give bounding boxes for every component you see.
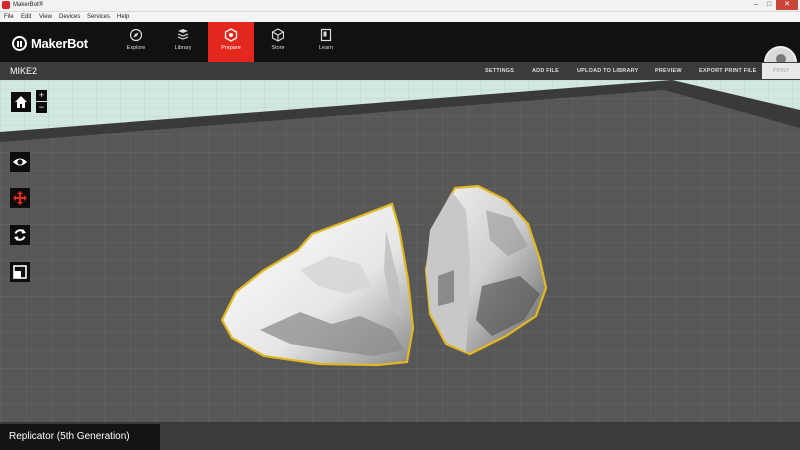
scene-canvas[interactable] [0, 80, 800, 422]
book-icon [320, 28, 332, 42]
menu-edit[interactable]: Edit [21, 12, 31, 22]
project-toolbar: MIKE2 SETTINGS ADD FILE UPLOAD TO LIBRAR… [0, 62, 800, 80]
right-half-cut-detail [438, 270, 454, 306]
zoom-out-button[interactable]: − [36, 102, 47, 113]
add-file-button[interactable]: ADD FILE [532, 62, 559, 80]
tab-prepare[interactable]: Prepare [208, 22, 254, 62]
build-plate-viewport[interactable]: + − [0, 80, 800, 422]
tab-learn-label: Learn [318, 45, 334, 51]
tab-prepare-label: Prepare [221, 45, 241, 51]
prepare-icon [224, 28, 238, 42]
eye-icon [13, 158, 27, 166]
project-name: MIKE2 [10, 66, 38, 76]
export-print-file-button[interactable]: EXPORT PRINT FILE [699, 62, 757, 80]
scale-tool-button[interactable] [10, 262, 30, 282]
print-button[interactable]: PRINT [762, 63, 800, 79]
settings-button[interactable]: SETTINGS [485, 62, 514, 80]
tab-explore-label: Explore [126, 45, 146, 51]
move-arrows-icon [13, 191, 27, 205]
minimize-icon[interactable]: – [750, 0, 762, 10]
menu-help[interactable]: Help [117, 12, 129, 22]
tab-explore[interactable]: Explore [113, 22, 159, 62]
title-bar: MakerBot® – □ ✕ [0, 0, 800, 12]
scale-icon [13, 265, 27, 279]
tab-store[interactable]: Store [255, 22, 301, 62]
zoom-in-button[interactable]: + [36, 90, 47, 101]
makerbot-logo[interactable]: MakerBot [12, 34, 88, 52]
maximize-icon[interactable]: □ [763, 0, 775, 10]
close-icon[interactable]: ✕ [776, 0, 798, 10]
upload-to-library-button[interactable]: UPLOAD TO LIBRARY [577, 62, 638, 80]
plus-icon: + [38, 90, 45, 100]
menu-services[interactable]: Services [87, 12, 110, 22]
window-title: MakerBot® [13, 2, 44, 8]
top-nav: MakerBot Explore Library Prepare Store L… [0, 22, 800, 79]
cube-icon [271, 28, 285, 42]
menu-bar: File Edit View Devices Services Help [0, 12, 800, 22]
library-icon [177, 29, 189, 40]
makerbot-logo-icon [12, 35, 27, 51]
preview-button[interactable]: PREVIEW [655, 62, 682, 80]
home-icon [15, 96, 27, 108]
menu-devices[interactable]: Devices [59, 12, 80, 22]
tab-learn[interactable]: Learn [303, 22, 349, 62]
logo-text: MakerBot [31, 35, 88, 51]
menu-view[interactable]: View [39, 12, 52, 22]
minus-icon: − [38, 102, 45, 112]
home-view-button[interactable] [11, 92, 31, 112]
move-tool-button[interactable] [10, 188, 30, 208]
tab-store-label: Store [271, 45, 285, 51]
compass-icon [129, 28, 143, 42]
makerbot-app-icon [2, 1, 10, 9]
rotate-icon [14, 229, 26, 241]
tab-library[interactable]: Library [160, 22, 206, 62]
view-tool-button[interactable] [10, 152, 30, 172]
menu-file[interactable]: File [4, 12, 14, 22]
tab-library-label: Library [174, 45, 192, 51]
rotate-tool-button[interactable] [10, 225, 30, 245]
printer-selector[interactable]: Replicator (5th Generation) [0, 424, 160, 450]
